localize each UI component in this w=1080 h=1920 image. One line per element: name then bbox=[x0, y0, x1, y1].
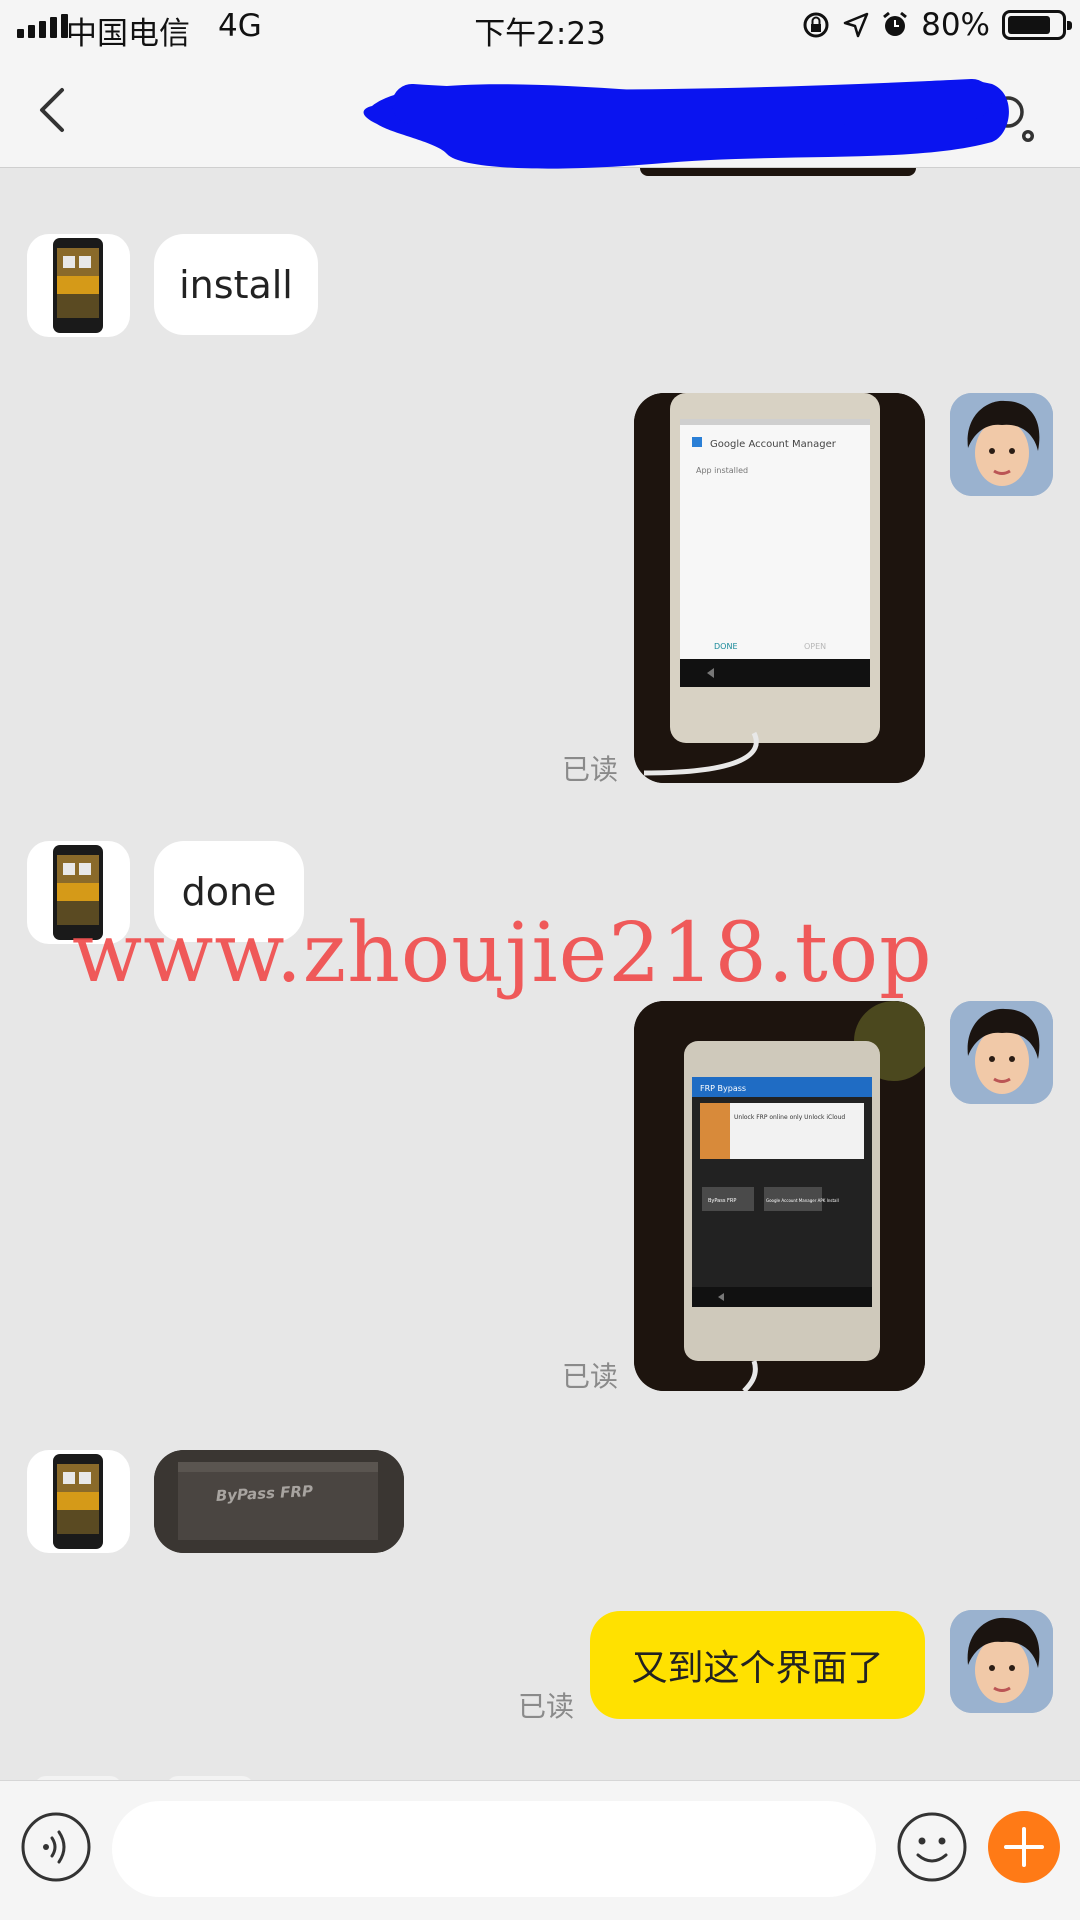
image-app-title: FRP Bypass bbox=[700, 1084, 746, 1093]
watermark-text: www.zhoujie218.top bbox=[72, 906, 933, 1001]
input-bar bbox=[0, 1780, 1080, 1920]
phone-avatar-image bbox=[53, 238, 103, 333]
message-bubble-text[interactable]: install bbox=[154, 234, 318, 335]
image-message[interactable]: FRP Bypass Unlock FRP online only Unlock… bbox=[634, 1001, 925, 1391]
status-right-icons: 80% bbox=[801, 7, 1072, 43]
message-input[interactable] bbox=[112, 1801, 876, 1897]
read-receipt: 已读 bbox=[562, 1360, 619, 1393]
image-bypass-button: ByPass FRP bbox=[708, 1198, 736, 1204]
image-gam-button: Google Account Manager APK Install bbox=[766, 1198, 839, 1203]
status-bar: 中国电信 4G 下午2:23 80% bbox=[0, 0, 1080, 54]
chat-header bbox=[0, 54, 1080, 169]
profile-avatar-image bbox=[950, 1001, 1053, 1104]
image-done-button: DONE bbox=[714, 642, 738, 651]
my-avatar[interactable] bbox=[950, 393, 1053, 496]
profile-avatar-image bbox=[950, 393, 1053, 496]
image-dialog-title: Google Account Manager bbox=[710, 439, 837, 450]
profile-avatar-image bbox=[950, 1610, 1053, 1713]
image-message[interactable]: Google Account Manager App installed DON… bbox=[634, 393, 925, 783]
read-receipt: 已读 bbox=[562, 753, 619, 786]
location-arrow-icon bbox=[843, 12, 869, 38]
image-dialog-status: App installed bbox=[696, 466, 748, 475]
chevron-left-icon[interactable] bbox=[26, 80, 86, 140]
battery-percent: 80% bbox=[921, 7, 990, 43]
previous-image-message-edge[interactable] bbox=[640, 168, 916, 176]
phone-avatar-image bbox=[53, 1454, 103, 1549]
contact-avatar[interactable] bbox=[27, 1450, 130, 1553]
my-avatar[interactable] bbox=[950, 1610, 1053, 1713]
message-text: 又到这个界面了 bbox=[631, 1648, 884, 1689]
phone-photo-image: FRP Bypass Unlock FRP online only Unlock… bbox=[634, 1001, 925, 1391]
my-avatar[interactable] bbox=[950, 1001, 1053, 1104]
message-bubble-text[interactable]: 又到这个界面了 bbox=[590, 1611, 925, 1719]
read-receipt: 已读 bbox=[518, 1690, 575, 1723]
phone-photo-image: Google Account Manager App installed DON… bbox=[634, 393, 925, 783]
battery-icon bbox=[1002, 10, 1072, 40]
emoji-icon[interactable] bbox=[896, 1811, 968, 1883]
image-open-button: OPEN bbox=[804, 642, 826, 651]
redaction-scribble bbox=[363, 79, 1009, 169]
voice-input-icon[interactable] bbox=[20, 1811, 92, 1883]
bypass-frp-photo-image: ByPass FRP bbox=[154, 1450, 404, 1553]
plus-icon bbox=[1004, 1827, 1044, 1867]
image-message[interactable]: ByPass FRP bbox=[154, 1450, 404, 1553]
message-text: install bbox=[179, 262, 293, 307]
alarm-clock-icon bbox=[883, 11, 908, 36]
rotation-lock-icon bbox=[803, 12, 829, 38]
battery-fill bbox=[1008, 16, 1050, 34]
more-options-button[interactable] bbox=[988, 1811, 1060, 1883]
contact-avatar[interactable] bbox=[27, 234, 130, 337]
image-banner-text: Unlock FRP online only Unlock iCloud bbox=[734, 1114, 845, 1121]
